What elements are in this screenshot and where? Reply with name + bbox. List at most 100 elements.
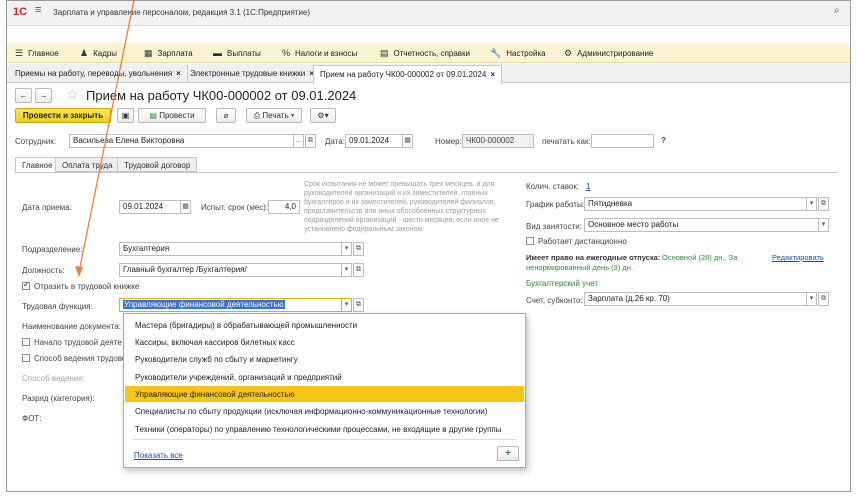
dropdown-item[interactable]: Руководители учреждений, организаций и п… — [125, 369, 524, 385]
schedule-label: График работы: — [526, 200, 585, 209]
rates-value[interactable]: 1 — [586, 182, 590, 191]
trial-period-field[interactable]: 4,0 — [268, 200, 300, 214]
menu-item-payments[interactable]: ▬ Выплаты — [213, 48, 261, 58]
keeping-method-checkbox[interactable] — [22, 354, 30, 362]
hire-date-label: Дата приема: — [22, 203, 72, 212]
tab-divider — [15, 172, 837, 173]
menu-item-reports[interactable]: ▤ Отчетность, справки — [380, 48, 470, 59]
help-link[interactable]: ? — [661, 136, 666, 145]
search-icon[interactable]: ⌕ — [834, 5, 840, 16]
chevron-down-icon[interactable]: ▾ — [806, 292, 817, 306]
people-icon: ♟ — [80, 48, 89, 58]
start-activity-checkbox[interactable] — [22, 338, 30, 346]
date-field[interactable]: 09.01.2024 — [345, 134, 403, 148]
accounting-section-label: Бухгалтерский учет — [526, 279, 599, 288]
dropdown-item-selected[interactable]: Управляющие финансовой деятельностью — [125, 386, 524, 402]
chevron-down-icon[interactable]: ▾ — [341, 263, 352, 277]
document-title: Прием на работу ЧК00-000002 от 09.01.202… — [86, 88, 357, 103]
open-link-icon[interactable]: ⧉ — [305, 134, 316, 148]
back-button[interactable]: ← — [15, 88, 32, 103]
gear-icon: ⚙ — [317, 111, 325, 120]
tab-contract[interactable]: Трудовой договор — [117, 157, 198, 172]
menu-item-salary[interactable]: ▦ Зарплата — [144, 48, 193, 59]
print-as-field[interactable] — [591, 134, 654, 148]
employee-field[interactable]: Васильева Елена Викторовна — [69, 134, 294, 148]
show-all-link[interactable]: Показать все — [134, 451, 183, 460]
tab-main[interactable]: Главное — [15, 157, 60, 173]
post-button[interactable]: ▤ Провести — [138, 108, 206, 123]
tab-e-workbooks[interactable]: Электронные трудовые книжки × — [184, 65, 321, 83]
edit-link[interactable]: Редактировать — [772, 253, 824, 262]
position-label: Должность: — [22, 266, 65, 275]
menu-item-hr[interactable]: ♟ Кадры — [80, 48, 117, 59]
account-field[interactable]: Зарплата (д.26 кр. 70) — [584, 292, 807, 306]
save-button[interactable]: ▣ — [117, 108, 134, 123]
tab-payment[interactable]: Оплата труда — [55, 157, 120, 172]
post-and-close-button[interactable]: Провести и закрыть — [15, 108, 111, 123]
wrench-icon: 🔧 — [490, 48, 502, 58]
menu-item-taxes[interactable]: % Налоги и взносы — [282, 48, 357, 58]
tab-hires-list[interactable]: Приемы на работу, переводы, увольнения × — [9, 65, 188, 83]
employment-type-field[interactable]: Основное место работы — [584, 218, 819, 232]
close-icon[interactable]: × — [176, 69, 181, 78]
labor-function-dropdown: Мастера (бригадиры) в обрабатывающей про… — [123, 313, 526, 468]
reflect-in-workbook-label: Отразить в трудовой книжке — [34, 282, 140, 291]
save-icon: ▣ — [121, 111, 130, 120]
calendar-icon[interactable]: ▦ — [180, 200, 191, 214]
remote-work-checkbox[interactable] — [526, 237, 534, 245]
trial-period-hint: Срок испытания не может превышать трех м… — [304, 181, 499, 233]
remote-work-label: Работает дистанционно — [538, 237, 627, 246]
dropdown-item[interactable]: Руководители служб по сбыту и маркетингу — [125, 351, 524, 367]
post-icon: ▤ — [149, 111, 160, 120]
vacation-value: Основной (28) дн., За ненормированный де… — [526, 253, 738, 272]
open-link-icon[interactable]: ⧉ — [353, 298, 364, 312]
report-icon: ▤ — [380, 48, 389, 58]
position-field[interactable]: Главный бухгалтер /Бухгалтерия/ — [119, 263, 342, 277]
dropdown-item[interactable]: Специалисты по сбыту продукции (исключая… — [125, 403, 524, 419]
print-button[interactable]: ⎙ Печать ▾ — [246, 108, 302, 123]
menu-item-admin[interactable]: ⚙ Администрирование — [564, 48, 653, 59]
number-field[interactable]: ЧК00-000002 — [462, 134, 534, 148]
rates-label: Колич. ставок: — [526, 182, 580, 191]
open-windows-bar: Приемы на работу, переводы, увольнения × … — [7, 64, 850, 84]
hire-date-field[interactable]: 09.01.2024 — [119, 200, 181, 214]
labor-function-field[interactable]: Управляющие финансовой деятельностью — [119, 298, 342, 312]
print-as-label: печатать как: — [542, 137, 591, 146]
dropdown-divider — [132, 439, 517, 440]
number-label: Номер: — [435, 137, 462, 146]
forward-button[interactable]: → — [35, 88, 52, 103]
chevron-down-icon[interactable]: ▾ — [818, 218, 829, 232]
attach-button[interactable]: ⌀ — [216, 108, 236, 123]
schedule-field[interactable]: Пятидневка — [584, 197, 807, 211]
tab-hire-document[interactable]: Прием на работу ЧК00-000002 от 09.01.202… — [313, 65, 503, 84]
section-menu: ☰ Главное ♟ Кадры ▦ Зарплата ▬ Выплаты % Нало… — [7, 43, 850, 63]
dropdown-item[interactable]: Техники (операторы) по управлению технол… — [125, 421, 524, 437]
window-title: Зарплата и управление персоналом, редакц… — [53, 8, 311, 17]
more-actions-button[interactable]: ⚙▾ — [310, 108, 336, 123]
close-icon[interactable]: × — [490, 70, 495, 79]
select-button[interactable]: … — [293, 134, 304, 148]
open-link-icon[interactable]: ⧉ — [818, 292, 829, 306]
open-link-icon[interactable]: ⧉ — [353, 263, 364, 277]
department-label: Подразделение: — [22, 245, 83, 254]
1c-logo-icon: 1С — [13, 6, 28, 18]
list-icon: ☰ — [15, 48, 24, 58]
open-link-icon[interactable]: ⧉ — [818, 197, 829, 211]
calendar-icon[interactable]: ▦ — [402, 134, 413, 148]
open-link-icon[interactable]: ⧉ — [353, 242, 364, 256]
chevron-down-icon[interactable]: ▾ — [341, 242, 352, 256]
reflect-in-workbook-checkbox[interactable] — [22, 280, 30, 290]
chevron-down-icon[interactable]: ▾ — [341, 298, 352, 312]
start-activity-label: Начало трудовой деяте — [34, 338, 122, 347]
paperclip-icon: ⌀ — [223, 111, 229, 120]
chevron-down-icon[interactable]: ▾ — [806, 197, 817, 211]
menu-icon[interactable]: ≡ — [35, 4, 41, 16]
add-button[interactable]: + — [497, 446, 519, 461]
employment-type-label: Вид занятости: — [526, 222, 582, 231]
star-icon[interactable]: ☆ — [66, 86, 79, 103]
menu-item-settings[interactable]: 🔧 Настройка — [490, 48, 546, 59]
menu-item-main[interactable]: ☰ Главное — [15, 48, 59, 59]
dropdown-item[interactable]: Кассиры, включая кассиров билетных касс — [125, 334, 524, 350]
department-field[interactable]: Бухгалтерия — [119, 242, 342, 256]
dropdown-item[interactable]: Мастера (бригадиры) в обрабатывающей про… — [125, 317, 524, 333]
